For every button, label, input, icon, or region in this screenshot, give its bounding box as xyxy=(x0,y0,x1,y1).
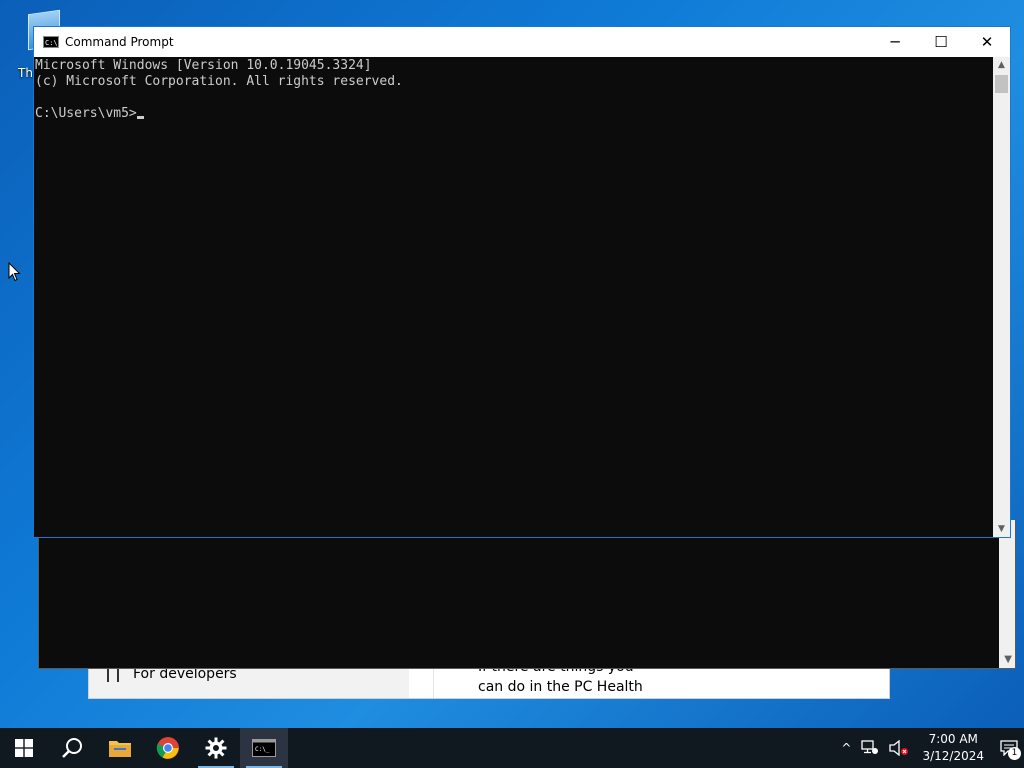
search-button[interactable] xyxy=(48,728,96,768)
console-prompt-line: C:\Users\vm5> xyxy=(35,106,993,122)
scroll-down-arrow-icon[interactable]: ▼ xyxy=(993,521,1010,537)
console-window-back[interactable]: ▼ xyxy=(38,520,1016,669)
action-center-button[interactable]: 1 xyxy=(994,728,1024,768)
command-prompt-taskbar-button[interactable]: C:\_ xyxy=(240,728,288,768)
vertical-scrollbar[interactable]: ▲ ▼ xyxy=(993,57,1010,537)
taskbar: C:\_ ^ 7:00 AM 3/12/2024 1 xyxy=(0,728,1024,768)
network-icon[interactable] xyxy=(861,740,879,756)
scrollbar-thumb[interactable] xyxy=(995,75,1008,93)
windows-logo-icon xyxy=(15,739,33,757)
volume-muted-icon[interactable] xyxy=(889,740,909,756)
maximize-button[interactable]: ☐ xyxy=(918,27,964,57)
cmd-app-icon: C:\_ xyxy=(43,36,62,48)
window-title: Command Prompt xyxy=(65,35,174,49)
window-controls: ─ ☐ ✕ xyxy=(872,27,1010,57)
mouse-pointer-icon xyxy=(8,262,21,282)
chrome-icon xyxy=(156,737,179,759)
terminal-icon: C:\_ xyxy=(252,739,276,757)
scroll-down-arrow-icon[interactable]: ▼ xyxy=(1004,654,1012,665)
chrome-button[interactable] xyxy=(144,728,192,768)
console-output[interactable]: Microsoft Windows [Version 10.0.19045.33… xyxy=(34,57,993,537)
minimize-button[interactable]: ─ xyxy=(872,27,918,57)
clock-date: 3/12/2024 xyxy=(922,749,984,763)
file-explorer-button[interactable] xyxy=(96,728,144,768)
show-hidden-icons-chevron[interactable]: ^ xyxy=(841,741,851,755)
search-icon xyxy=(62,738,82,758)
taskbar-clock[interactable]: 7:00 AM 3/12/2024 xyxy=(922,731,984,765)
console-line: (c) Microsoft Corporation. All rights re… xyxy=(35,74,403,89)
pc-health-text-line2: can do in the PC Health xyxy=(478,679,643,695)
window-titlebar[interactable]: C:\_ Command Prompt ─ ☐ ✕ xyxy=(34,27,1010,57)
system-tray: ^ 7:00 AM 3/12/2024 1 xyxy=(836,728,1024,768)
back-console-scrollbar[interactable]: ▼ xyxy=(999,520,1015,668)
clock-time: 7:00 AM xyxy=(928,732,978,746)
command-prompt-window[interactable]: C:\_ Command Prompt ─ ☐ ✕ Microsoft Wind… xyxy=(33,26,1011,538)
gear-icon xyxy=(205,737,227,759)
console-prompt: C:\Users\vm5> xyxy=(35,106,137,121)
text-cursor xyxy=(136,116,144,119)
settings-taskbar-button[interactable] xyxy=(192,728,240,768)
folder-icon xyxy=(109,741,131,757)
console-line: Microsoft Windows [Version 10.0.19045.33… xyxy=(35,58,372,73)
notification-count-badge: 1 xyxy=(1008,747,1021,760)
scroll-up-arrow-icon[interactable]: ▲ xyxy=(993,57,1010,73)
start-button[interactable] xyxy=(0,728,48,768)
svg-text:C:\_: C:\_ xyxy=(255,746,270,753)
close-button[interactable]: ✕ xyxy=(964,27,1010,57)
